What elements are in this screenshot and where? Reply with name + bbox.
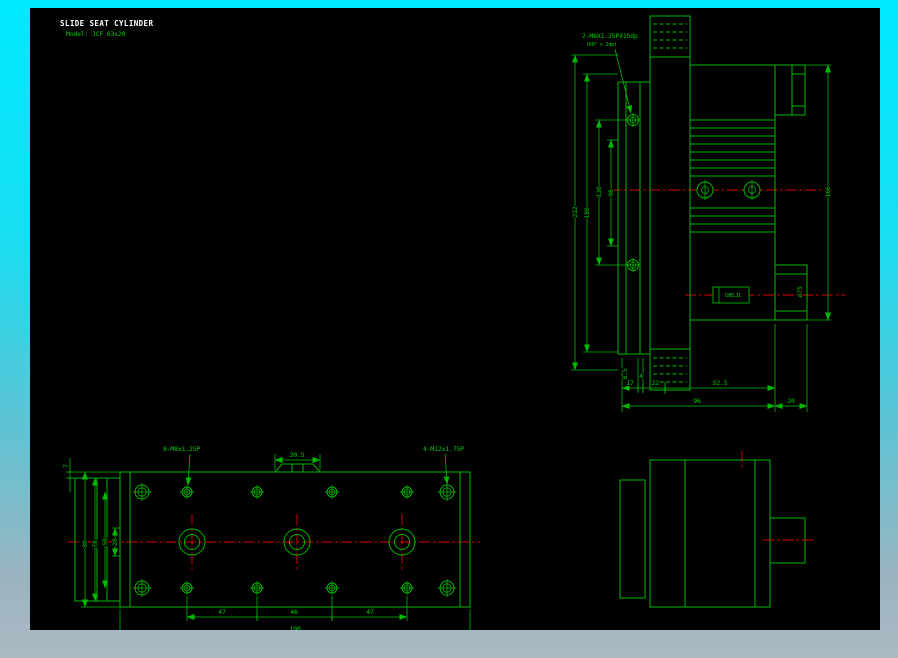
top-view-geometry [75,464,470,607]
end-view-geometry [620,460,805,607]
title-block: SLIDE SEAT CYLINDER Model: JCF 63x20 [60,19,153,38]
dim-46-label: 46 [290,608,298,616]
callout-leader-line [615,49,631,113]
model-label: Model: JCF 63x20 [66,30,126,38]
cad-application-window: SLIDE SEAT CYLINDER Model: JCF 63x20 [0,0,898,658]
brand-nameplate-text: CHELIC [725,293,742,299]
dim-dia75-label: ø75 [796,286,804,297]
end-view [620,451,813,607]
side-view-geometry [618,16,807,390]
dim-7-label: 7 [62,464,70,468]
dim-166-label: 166 [824,186,832,197]
dim-180-label: 180 [583,207,591,218]
end-view-centerlines [742,451,813,540]
top-view: 8-M8x1.25P 4-M12x1.75P 20.5 [62,445,480,630]
side-view: CHELIC 2-M8X1.25PX15dp (60° x 2dp) [571,16,845,412]
side-view-holes [626,113,761,272]
dim-80-label: 80 [81,540,89,548]
callout-m8-holes: 8-M8x1.25P [163,445,200,453]
dim-52-5-label: 52.5 [713,379,728,387]
dim-20-5-label: 20.5 [290,451,305,459]
dim-20-label: 20 [787,397,795,405]
dim-96-label: 96 [693,397,701,405]
brand-nameplate: CHELIC [713,287,749,303]
dim-78-label: 78 [91,540,99,548]
dim-17-label: 17 [626,379,634,387]
cad-viewport[interactable]: SLIDE SEAT CYLINDER Model: JCF 63x20 [30,8,880,630]
top-view-dimensions: 20.5 7 80 78 50 [62,451,470,630]
top-view-holes [133,483,456,597]
dim-212-label: 212 [571,206,579,217]
product-title: SLIDE SEAT CYLINDER [60,19,153,28]
dim-47b-label: 47 [366,608,374,616]
dim-130-label: 130 [595,186,603,197]
cad-drawing: SLIDE SEAT CYLINDER Model: JCF 63x20 [30,8,880,630]
sensor-rail-notch [275,464,320,472]
dim-8-5-label: 8.5 [621,368,629,379]
dim-28-label: 28 [111,538,119,546]
callout-m12-holes: 4-M12x1.75P [423,445,464,453]
side-view-centerlines [610,190,845,295]
dim-47a-label: 47 [218,608,226,616]
dim-190-label: 190 [289,625,300,630]
dim-50-label: 50 [101,538,109,546]
callout-m8-leader [188,454,190,485]
side-view-dimensions: 212 180 130 98 166 ø75 [571,55,832,412]
dim-4-label: 4 [639,372,643,380]
dim-22-label: 22 [651,379,659,387]
side-view-callout: 2-M8X1.25PX15dp (60° x 2dp) [582,32,638,113]
callout-tapped-holes-note: (60° x 2dp) [586,42,617,48]
callout-m12-leader [445,454,447,484]
callout-tapped-holes: 2-M8X1.25PX15dp [582,32,638,40]
dim-98-label: 98 [607,189,615,197]
